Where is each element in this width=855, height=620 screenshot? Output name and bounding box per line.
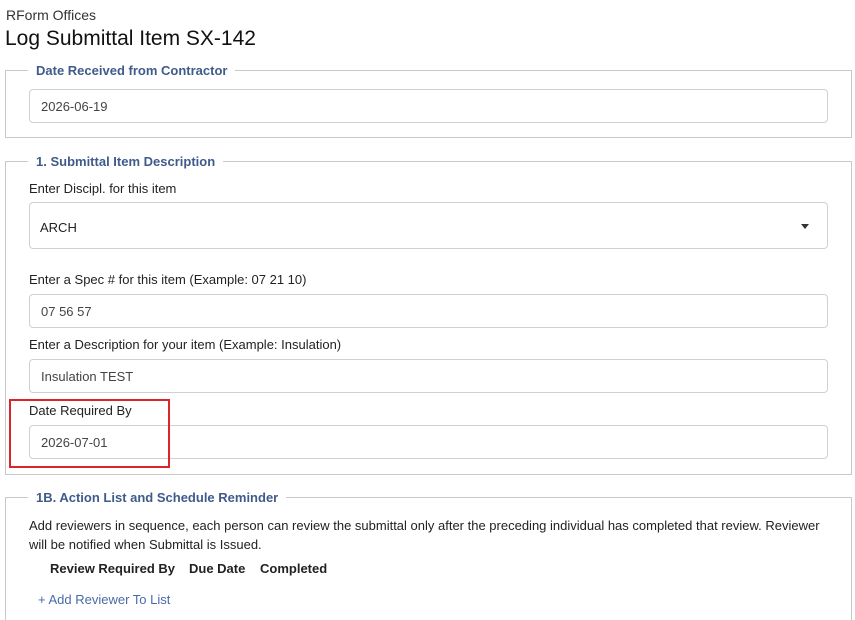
spec-number-input[interactable]	[29, 294, 828, 328]
add-reviewer-link[interactable]: + Add Reviewer To List	[38, 592, 170, 607]
discipline-select-value: ARCH	[40, 220, 77, 235]
date-required-input[interactable]	[29, 425, 828, 459]
column-header-due-date: Due Date	[189, 561, 246, 576]
date-received-legend: Date Received from Contractor	[36, 63, 228, 78]
discipline-select[interactable]: ARCH	[29, 202, 828, 249]
page-title: Log Submittal Item SX-142	[5, 27, 256, 50]
reviewer-helper-text: Add reviewers in sequence, each person c…	[29, 518, 820, 552]
description-input[interactable]	[29, 359, 828, 393]
date-received-input[interactable]	[29, 89, 828, 123]
item-description-legend: 1. Submittal Item Description	[36, 154, 216, 169]
action-list-legend: 1B. Action List and Schedule Reminder	[36, 490, 279, 505]
discipline-label: Enter Discipl. for this item	[29, 181, 177, 196]
date-required-label: Date Required By	[29, 403, 132, 418]
spec-label: Enter a Spec # for this item (Example: 0…	[29, 272, 307, 287]
caret-down-icon	[801, 224, 809, 229]
column-header-review-required-by: Review Required By	[50, 561, 175, 576]
app-name: RForm Offices	[6, 7, 96, 23]
description-label: Enter a Description for your item (Examp…	[29, 337, 342, 352]
column-header-completed: Completed	[260, 561, 328, 576]
